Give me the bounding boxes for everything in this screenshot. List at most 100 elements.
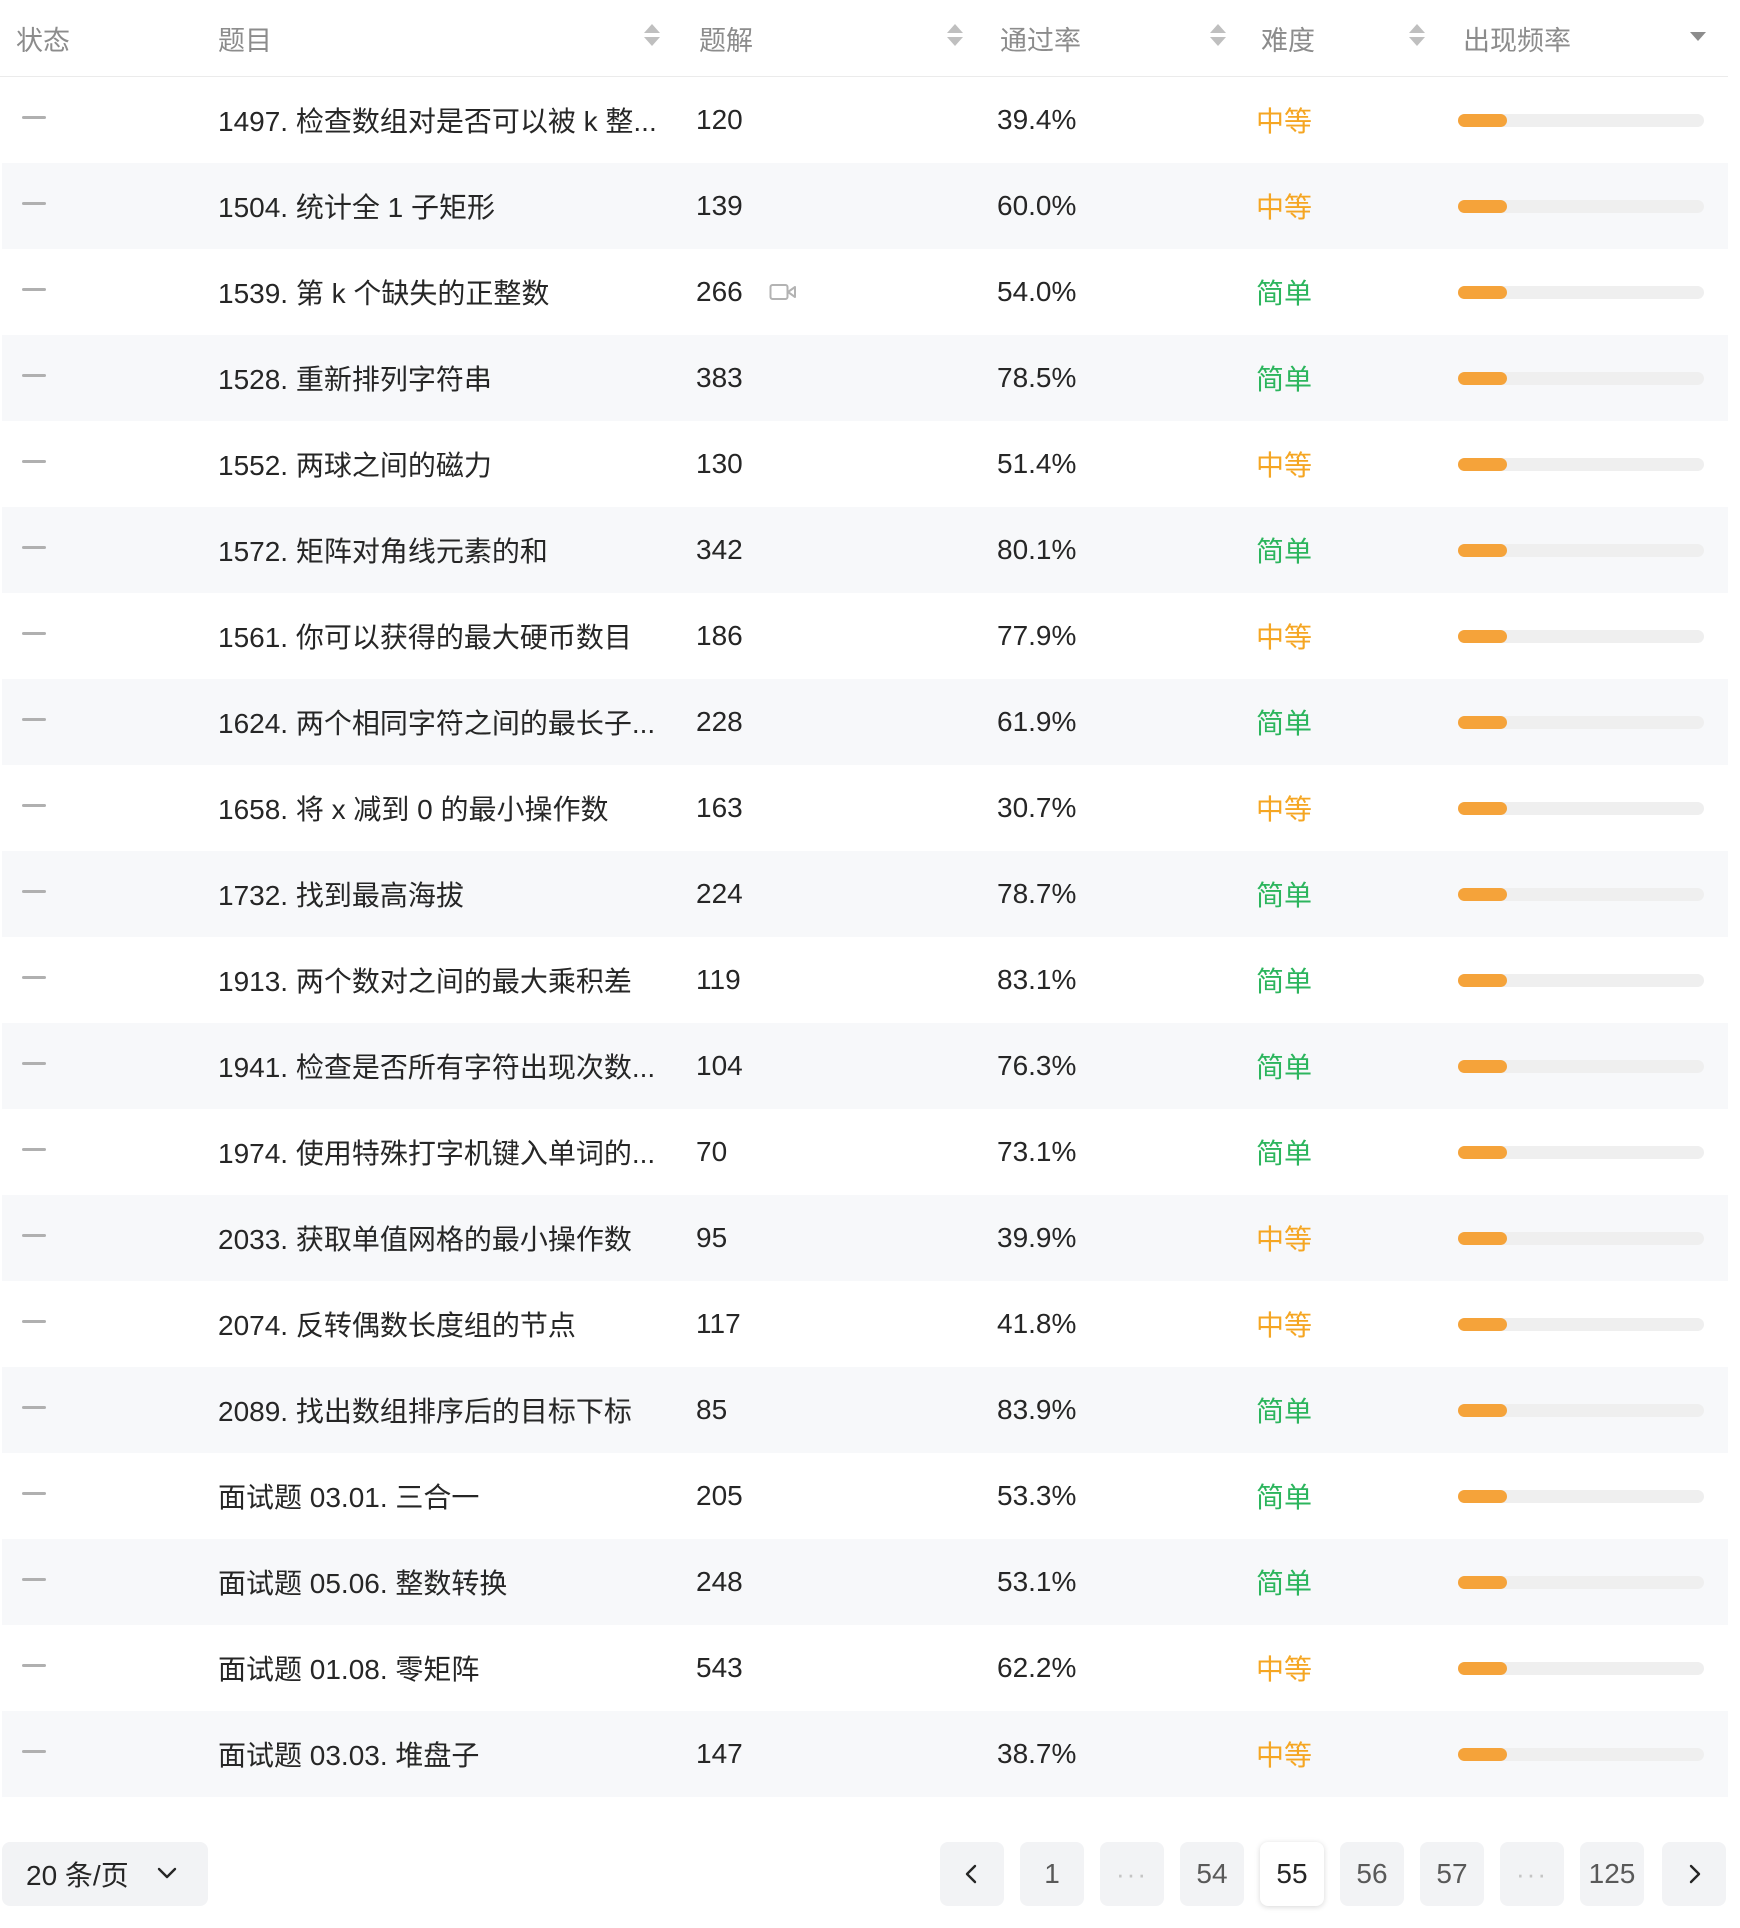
- table-row[interactable]: 2033. 获取单值网格的最小操作数 95 39.9% 中等: [2, 1195, 1728, 1281]
- header-difficulty[interactable]: 难度: [1261, 0, 1315, 76]
- sort-icon[interactable]: [945, 24, 965, 52]
- page-ellipsis[interactable]: ···: [1100, 1842, 1164, 1906]
- solutions-count[interactable]: 205: [696, 1453, 806, 1539]
- table-row[interactable]: 面试题 05.06. 整数转换 248 53.1% 简单: [2, 1539, 1728, 1625]
- problem-title-link[interactable]: 面试题 03.03. 堆盘子: [218, 1711, 666, 1797]
- acceptance-rate: 83.9%: [997, 1394, 1077, 1425]
- frequency-bar: [1458, 544, 1704, 557]
- difficulty-label: 简单: [1256, 1052, 1313, 1083]
- dash-icon: [22, 632, 46, 635]
- solutions-count[interactable]: 70: [696, 1109, 806, 1195]
- chevron-down-icon[interactable]: [1688, 28, 1708, 44]
- solutions-count[interactable]: 163: [696, 765, 806, 851]
- frequency-bar-fill: [1458, 200, 1508, 213]
- table-row[interactable]: 1941. 检查是否所有字符出现次数... 104 76.3% 简单: [2, 1023, 1728, 1109]
- sort-icon[interactable]: [642, 24, 662, 52]
- video-icon[interactable]: [769, 283, 797, 301]
- frequency-bar: [1458, 200, 1704, 213]
- table-row[interactable]: 1913. 两个数对之间的最大乘积差 119 83.1% 简单: [2, 937, 1728, 1023]
- table-row[interactable]: 1497. 检查数组对是否可以被 k 整... 120 39.4% 中等: [2, 77, 1728, 163]
- table-row[interactable]: 2074. 反转偶数长度组的节点 117 41.8% 中等: [2, 1281, 1728, 1367]
- table-row[interactable]: 1528. 重新排列字符串 383 78.5% 简单: [2, 335, 1728, 421]
- dash-icon: [22, 202, 46, 205]
- prev-page-button[interactable]: [940, 1842, 1004, 1906]
- difficulty-label: 简单: [1256, 1138, 1313, 1169]
- problem-title-link[interactable]: 2074. 反转偶数长度组的节点: [218, 1281, 666, 1367]
- problem-title-link[interactable]: 1732. 找到最高海拔: [218, 851, 666, 937]
- problem-title-link[interactable]: 面试题 03.01. 三合一: [218, 1453, 666, 1539]
- solutions-count[interactable]: 383: [696, 335, 806, 421]
- solutions-count[interactable]: 104: [696, 1023, 806, 1109]
- solutions-count[interactable]: 248: [696, 1539, 806, 1625]
- solutions-count[interactable]: 119: [696, 937, 806, 1023]
- solutions-count[interactable]: 139: [696, 163, 806, 249]
- acceptance-rate: 54.0%: [997, 276, 1077, 307]
- solutions-count[interactable]: 543: [696, 1625, 806, 1711]
- table-row[interactable]: 1561. 你可以获得的最大硬币数目 186 77.9% 中等: [2, 593, 1728, 679]
- problem-title-link[interactable]: 1552. 两球之间的磁力: [218, 421, 666, 507]
- table-row[interactable]: 1504. 统计全 1 子矩形 139 60.0% 中等: [2, 163, 1728, 249]
- page-button[interactable]: 57: [1420, 1842, 1484, 1906]
- table-row[interactable]: 面试题 01.08. 零矩阵 543 62.2% 中等: [2, 1625, 1728, 1711]
- problem-title-link[interactable]: 1539. 第 k 个缺失的正整数: [218, 249, 666, 335]
- header-title[interactable]: 题目: [218, 0, 272, 76]
- problem-title-link[interactable]: 1913. 两个数对之间的最大乘积差: [218, 937, 666, 1023]
- next-page-button[interactable]: [1662, 1842, 1726, 1906]
- sort-icon[interactable]: [1407, 24, 1427, 52]
- solutions-count[interactable]: 85: [696, 1367, 806, 1453]
- frequency-bar-fill: [1458, 1748, 1508, 1761]
- table-row[interactable]: 1572. 矩阵对角线元素的和 342 80.1% 简单: [2, 507, 1728, 593]
- problem-title-link[interactable]: 1941. 检查是否所有字符出现次数...: [218, 1023, 666, 1109]
- solutions-count[interactable]: 147: [696, 1711, 806, 1797]
- table-row[interactable]: 1552. 两球之间的磁力 130 51.4% 中等: [2, 421, 1728, 507]
- table-row[interactable]: 1658. 将 x 减到 0 的最小操作数 163 30.7% 中等: [2, 765, 1728, 851]
- problem-title-link[interactable]: 1504. 统计全 1 子矩形: [218, 163, 666, 249]
- frequency-bar-fill: [1458, 630, 1508, 643]
- frequency-bar-fill: [1458, 1060, 1508, 1073]
- problem-title-link[interactable]: 1572. 矩阵对角线元素的和: [218, 507, 666, 593]
- page-button-current[interactable]: 55: [1260, 1842, 1324, 1906]
- problem-title-link[interactable]: 1624. 两个相同字符之间的最长子...: [218, 679, 666, 765]
- solutions-count[interactable]: 342: [696, 507, 806, 593]
- page-ellipsis[interactable]: ···: [1500, 1842, 1564, 1906]
- table-row[interactable]: 面试题 03.01. 三合一 205 53.3% 简单: [2, 1453, 1728, 1539]
- solutions-count[interactable]: 117: [696, 1281, 806, 1367]
- solutions-count[interactable]: 224: [696, 851, 806, 937]
- solutions-count[interactable]: 120: [696, 77, 806, 163]
- difficulty-label: 简单: [1256, 536, 1313, 567]
- page-button[interactable]: 54: [1180, 1842, 1244, 1906]
- table-row[interactable]: 1624. 两个相同字符之间的最长子... 228 61.9% 简单: [2, 679, 1728, 765]
- problem-list-page: { "header": { "status": "状态", "title": "…: [0, 0, 1740, 1928]
- frequency-bar: [1458, 1576, 1704, 1589]
- problem-title-link[interactable]: 1658. 将 x 减到 0 的最小操作数: [218, 765, 666, 851]
- problem-title-link[interactable]: 1561. 你可以获得的最大硬币数目: [218, 593, 666, 679]
- dash-icon: [22, 546, 46, 549]
- table-row[interactable]: 1539. 第 k 个缺失的正整数 266 54.0% 简单: [2, 249, 1728, 335]
- header-frequency[interactable]: 出现频率: [1463, 0, 1571, 76]
- problem-title-link[interactable]: 2089. 找出数组排序后的目标下标: [218, 1367, 666, 1453]
- problem-title-link[interactable]: 面试题 05.06. 整数转换: [218, 1539, 666, 1625]
- page-button[interactable]: 125: [1580, 1842, 1644, 1906]
- solutions-count[interactable]: 130: [696, 421, 806, 507]
- sort-icon[interactable]: [1208, 24, 1228, 52]
- solutions-count[interactable]: 186: [696, 593, 806, 679]
- problem-title-link[interactable]: 1974. 使用特殊打字机键入单词的...: [218, 1109, 666, 1195]
- page-button[interactable]: 56: [1340, 1842, 1404, 1906]
- table-row[interactable]: 2089. 找出数组排序后的目标下标 85 83.9% 简单: [2, 1367, 1728, 1453]
- header-acceptance[interactable]: 通过率: [1000, 0, 1081, 76]
- frequency-bar: [1458, 1146, 1704, 1159]
- solutions-count[interactable]: 95: [696, 1195, 806, 1281]
- problem-title-link[interactable]: 1497. 检查数组对是否可以被 k 整...: [218, 77, 666, 163]
- table-row[interactable]: 面试题 03.03. 堆盘子 147 38.7% 中等: [2, 1711, 1728, 1797]
- header-solutions[interactable]: 题解: [699, 0, 753, 76]
- problem-title-link[interactable]: 1528. 重新排列字符串: [218, 335, 666, 421]
- table-row[interactable]: 1732. 找到最高海拔 224 78.7% 简单: [2, 851, 1728, 937]
- page-size-label: 20 条/页: [26, 1860, 129, 1891]
- solutions-count[interactable]: 228: [696, 679, 806, 765]
- frequency-bar: [1458, 458, 1704, 471]
- table-row[interactable]: 1974. 使用特殊打字机键入单词的... 70 73.1% 简单: [2, 1109, 1728, 1195]
- page-button[interactable]: 1: [1020, 1842, 1084, 1906]
- problem-title-link[interactable]: 面试题 01.08. 零矩阵: [218, 1625, 666, 1711]
- page-size-select[interactable]: 20 条/页: [2, 1842, 208, 1906]
- problem-title-link[interactable]: 2033. 获取单值网格的最小操作数: [218, 1195, 666, 1281]
